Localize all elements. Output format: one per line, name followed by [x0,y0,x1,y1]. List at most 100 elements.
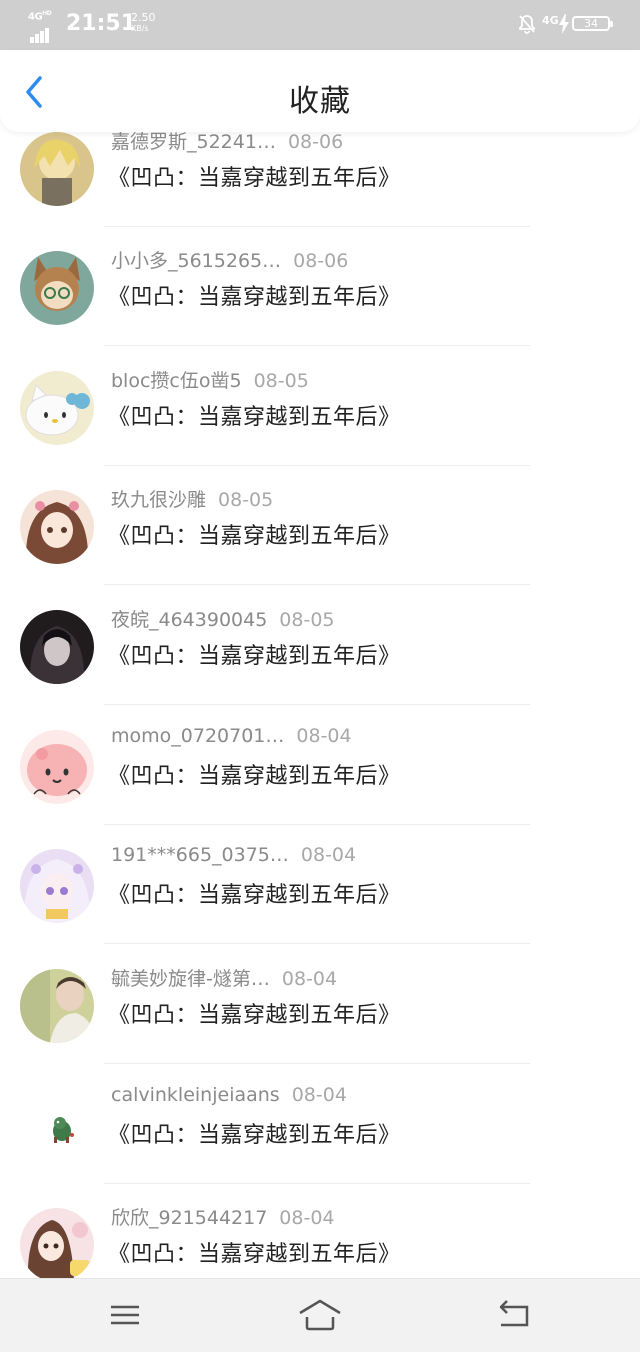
charging-icon [559,14,569,34]
avatar-image [20,251,94,325]
user-name: 毓美妙旋律-燧第… [111,968,270,990]
item-title: 《凹凸：当嘉穿越到五年后》 [108,1003,401,1028]
return-button[interactable] [493,1297,537,1333]
item-date: 08-04 [296,725,352,747]
avatar-image [20,1089,94,1163]
user-name: 嘉德罗斯_52241… [111,132,276,153]
user-name: momo_0720701… [111,725,285,747]
menu-button[interactable] [103,1297,147,1333]
item-title: 《凹凸：当嘉穿越到五年后》 [108,405,401,430]
divider [104,943,530,944]
divider [104,824,530,825]
home-button[interactable] [298,1297,342,1333]
item-date: 08-05 [253,370,309,392]
avatar-image [20,730,94,804]
system-nav-bar [0,1278,640,1352]
item-date: 08-04 [281,968,338,990]
avatar-image [20,490,94,564]
user-name: 玖九很沙雕 [111,489,207,511]
item-meta: 玖九很沙雕 08-05 [111,485,273,512]
status-bar: 4GHD 21:51 2.50 KB/s 4G 34 [0,0,640,50]
battery-level: 34 [584,17,598,30]
divider [104,704,530,705]
divider [104,465,530,466]
list-item[interactable]: bloc攒c伍o凿5 08-05 《凹凸：当嘉穿越到五年后》 [0,359,640,479]
avatar[interactable] [20,251,94,325]
item-meta: 毓美妙旋律-燧第… 08-04 [111,964,337,991]
item-title: 《凹凸：当嘉穿越到五年后》 [108,285,401,310]
avatar[interactable] [20,371,94,445]
item-meta: calvinkleinjeiaans 08-04 [111,1084,347,1106]
item-title: 《凹凸：当嘉穿越到五年后》 [108,166,401,191]
item-meta: 191***665_0375… 08-04 [111,844,356,866]
menu-icon [111,1305,139,1325]
item-date: 08-04 [279,1207,335,1229]
divider [104,1183,530,1184]
user-name: 191***665_0375… [111,844,289,866]
item-title: 《凹凸：当嘉穿越到五年后》 [108,1242,401,1267]
item-meta: 小小多_5615265… 08-06 [111,246,348,273]
item-title: 《凹凸：当嘉穿越到五年后》 [108,1123,401,1148]
avatar[interactable] [20,610,94,684]
user-name: 小小多_5615265… [111,250,282,272]
item-meta: 嘉德罗斯_52241… 08-06 [111,132,343,154]
item-meta: momo_0720701… 08-04 [111,725,352,747]
network-speed: 2.50 KB/s [131,12,156,34]
list-item[interactable]: 191***665_0375… 08-04 《凹凸：当嘉穿越到五年后》 [0,837,640,957]
network-hd: HD [42,10,52,17]
divider [104,584,530,585]
item-title: 《凹凸：当嘉穿越到五年后》 [108,764,401,789]
page-title: 收藏 [289,84,351,119]
battery-icon: 34 [572,16,613,31]
divider [104,345,530,346]
avatar[interactable] [20,132,94,206]
item-meta: 夜皖_464390045 08-05 [111,605,335,632]
avatar-image [20,132,94,206]
header-bar: 收藏 [0,50,640,132]
avatar-image [20,610,94,684]
item-date: 08-06 [293,250,349,272]
avatar-image [20,849,94,923]
list-item[interactable]: 小小多_5615265… 08-06 《凹凸：当嘉穿越到五年后》 [0,239,640,359]
item-date: 08-06 [287,132,344,153]
list-item[interactable]: momo_0720701… 08-04 《凹凸：当嘉穿越到五年后》 [0,718,640,838]
item-date: 08-05 [218,489,274,511]
item-date: 08-05 [279,609,335,631]
list-item[interactable]: 嘉德罗斯_52241… 08-06 《凹凸：当嘉穿越到五年后》 [0,132,640,240]
avatar-image [20,969,94,1043]
user-name: 夜皖_464390045 [111,609,268,631]
avatar[interactable] [20,1208,94,1278]
avatar[interactable] [20,969,94,1043]
network-type: 4G [28,11,43,23]
list-item[interactable]: calvinkleinjeiaans 08-04 《凹凸：当嘉穿越到五年后》 [0,1077,640,1197]
avatar[interactable] [20,490,94,564]
list-item[interactable]: 欣欣_921544217 08-04 《凹凸：当嘉穿越到五年后》 [0,1196,640,1278]
home-icon [299,1299,341,1331]
item-title: 《凹凸：当嘉穿越到五年后》 [108,644,401,669]
item-title: 《凹凸：当嘉穿越到五年后》 [108,524,401,549]
network-label: 4GHD [28,10,52,23]
avatar-image [20,371,94,445]
list-item[interactable]: 毓美妙旋律-燧第… 08-04 《凹凸：当嘉穿越到五年后》 [0,957,640,1077]
avatar-image [20,1208,94,1278]
avatar[interactable] [20,730,94,804]
clock: 21:51 [66,11,137,36]
list-item[interactable]: 玖九很沙雕 08-05 《凹凸：当嘉穿越到五年后》 [0,478,640,598]
network-type-right: 4G [542,14,559,27]
user-name: 欣欣_921544217 [111,1207,268,1229]
avatar[interactable] [20,849,94,923]
item-date: 08-04 [300,844,357,866]
speed-unit: KB/s [131,24,149,33]
user-name: calvinkleinjeiaans [111,1084,280,1106]
item-meta: bloc攒c伍o凿5 08-05 [111,366,309,393]
signal-icon: 4GHD [28,10,58,43]
item-date: 08-04 [291,1084,347,1106]
user-name: bloc攒c伍o凿5 [111,370,242,392]
list-item[interactable]: 夜皖_464390045 08-05 《凹凸：当嘉穿越到五年后》 [0,598,640,718]
avatar[interactable] [20,1089,94,1163]
item-title: 《凹凸：当嘉穿越到五年后》 [108,883,401,908]
return-icon [499,1300,529,1327]
item-meta: 欣欣_921544217 08-04 [111,1203,335,1230]
favorites-list: 嘉德罗斯_52241… 08-06 《凹凸：当嘉穿越到五年后》 小小多_56152… [0,132,640,1278]
bell-off-icon [519,15,535,34]
